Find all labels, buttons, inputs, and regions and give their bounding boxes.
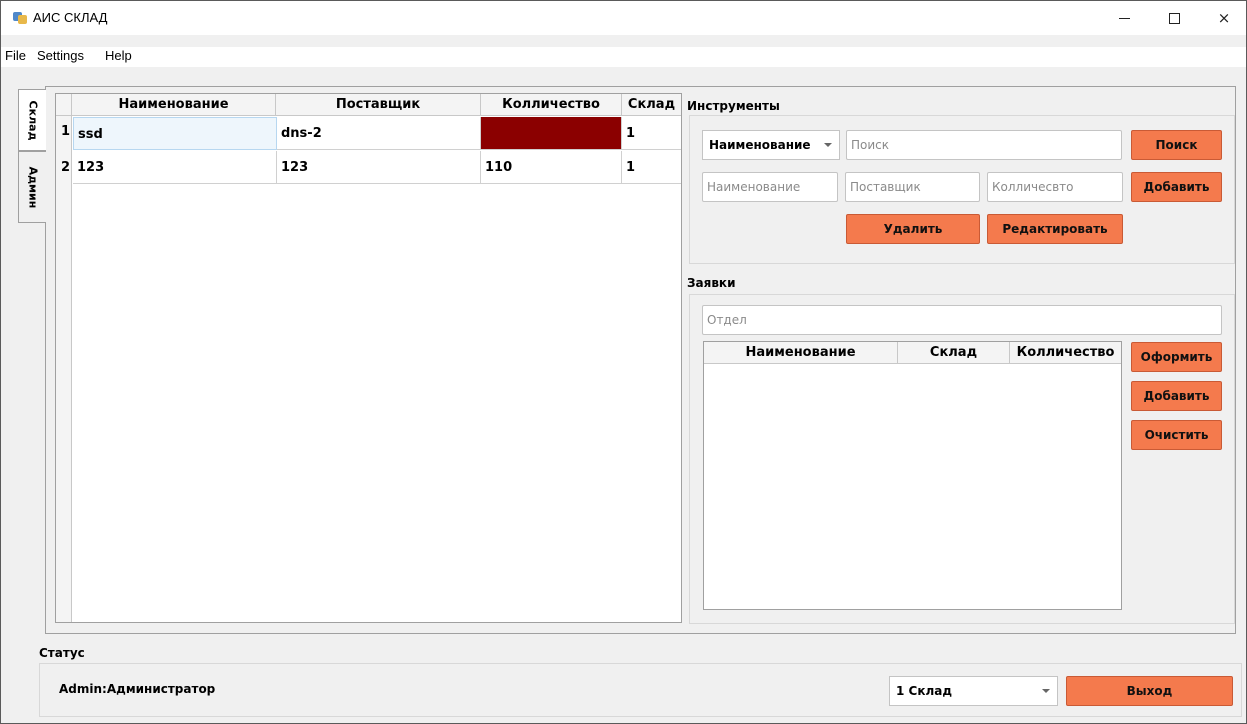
warehouse-value: 1 Склад	[896, 684, 953, 698]
status-panel	[39, 663, 1242, 717]
table-cell-stock[interactable]: 1	[622, 151, 681, 184]
table-cell-supplier[interactable]: 123	[277, 151, 481, 184]
title-bar: АИС СКЛАД ×	[1, 1, 1246, 35]
status-user: Admin:Администратор	[59, 682, 216, 696]
name-input[interactable]: Наименование	[702, 172, 838, 202]
corner-cell	[56, 94, 72, 116]
search-input[interactable]: Поиск	[846, 130, 1122, 160]
search-field-value: Наименование	[709, 138, 811, 152]
menu-file[interactable]: File	[5, 48, 26, 63]
requests-table[interactable]: Наименование Склад Колличество	[703, 341, 1122, 610]
table-cell-name[interactable]: 123	[73, 151, 277, 184]
add-item-button[interactable]: Добавить	[1131, 172, 1222, 202]
close-icon: ×	[1217, 9, 1231, 27]
tab-stock[interactable]: Склад	[18, 89, 46, 151]
column-header-quantity[interactable]: Колличество	[1010, 342, 1121, 364]
table-cell-quantity[interactable]: 110	[481, 151, 622, 184]
table-cell-supplier[interactable]: dns-2	[277, 117, 481, 150]
row-number[interactable]: 2	[56, 160, 72, 175]
menu-bar: File Settings Help	[1, 47, 1246, 67]
search-button[interactable]: Поиск	[1131, 130, 1222, 160]
table-cell-name[interactable]: ssd	[73, 117, 277, 150]
menu-settings[interactable]: Settings	[37, 48, 84, 63]
requests-table-header: Наименование Склад Колличество	[704, 342, 1121, 364]
column-header-stock[interactable]: Склад	[898, 342, 1010, 364]
column-header-name[interactable]: Наименование	[704, 342, 898, 364]
column-header-supplier[interactable]: Поставщик	[276, 94, 481, 116]
menu-help[interactable]: Help	[105, 48, 132, 63]
maximize-icon	[1168, 12, 1180, 24]
status-title: Статус	[39, 646, 85, 660]
delete-button[interactable]: Удалить	[846, 214, 980, 244]
row-header-column	[56, 116, 72, 622]
tab-admin[interactable]: Админ	[18, 151, 46, 223]
add-request-button[interactable]: Добавить	[1131, 381, 1222, 411]
minimize-button[interactable]	[1101, 1, 1147, 35]
search-field-select[interactable]: Наименование	[702, 130, 840, 160]
requests-title: Заявки	[687, 276, 736, 290]
submit-request-button[interactable]: Оформить	[1131, 342, 1222, 372]
exit-button[interactable]: Выход	[1066, 676, 1233, 706]
tools-title: Инструменты	[687, 99, 780, 113]
chevron-down-icon	[824, 143, 832, 147]
tab-admin-label: Админ	[26, 166, 40, 208]
app-icon	[13, 12, 27, 24]
tab-stock-label: Склад	[26, 100, 39, 140]
column-header-quantity[interactable]: Колличество	[481, 94, 622, 116]
column-header-name[interactable]: Наименование	[72, 94, 276, 116]
window-title: АИС СКЛАД	[33, 10, 108, 25]
row-number[interactable]: 1	[56, 124, 72, 139]
table-cell-quantity[interactable]: 9	[481, 117, 622, 150]
stock-table-header: Наименование Поставщик Колличество Склад	[56, 94, 681, 116]
maximize-button[interactable]	[1151, 1, 1197, 35]
column-header-stock[interactable]: Склад	[622, 94, 681, 116]
stock-table[interactable]: Наименование Поставщик Колличество Склад…	[55, 93, 682, 623]
department-input[interactable]: Отдел	[702, 305, 1222, 335]
supplier-input[interactable]: Поставщик	[845, 172, 980, 202]
minimize-icon	[1118, 17, 1130, 19]
close-button[interactable]: ×	[1201, 1, 1247, 35]
edit-button[interactable]: Редактировать	[987, 214, 1123, 244]
table-cell-stock[interactable]: 1	[622, 117, 681, 150]
quantity-input[interactable]: Колличесвто	[987, 172, 1123, 202]
warehouse-select[interactable]: 1 Склад	[889, 676, 1058, 706]
clear-request-button[interactable]: Очистить	[1131, 420, 1222, 450]
main-window: АИС СКЛАД × File Settings Help Склад Адм…	[0, 0, 1247, 724]
chevron-down-icon	[1042, 689, 1050, 693]
